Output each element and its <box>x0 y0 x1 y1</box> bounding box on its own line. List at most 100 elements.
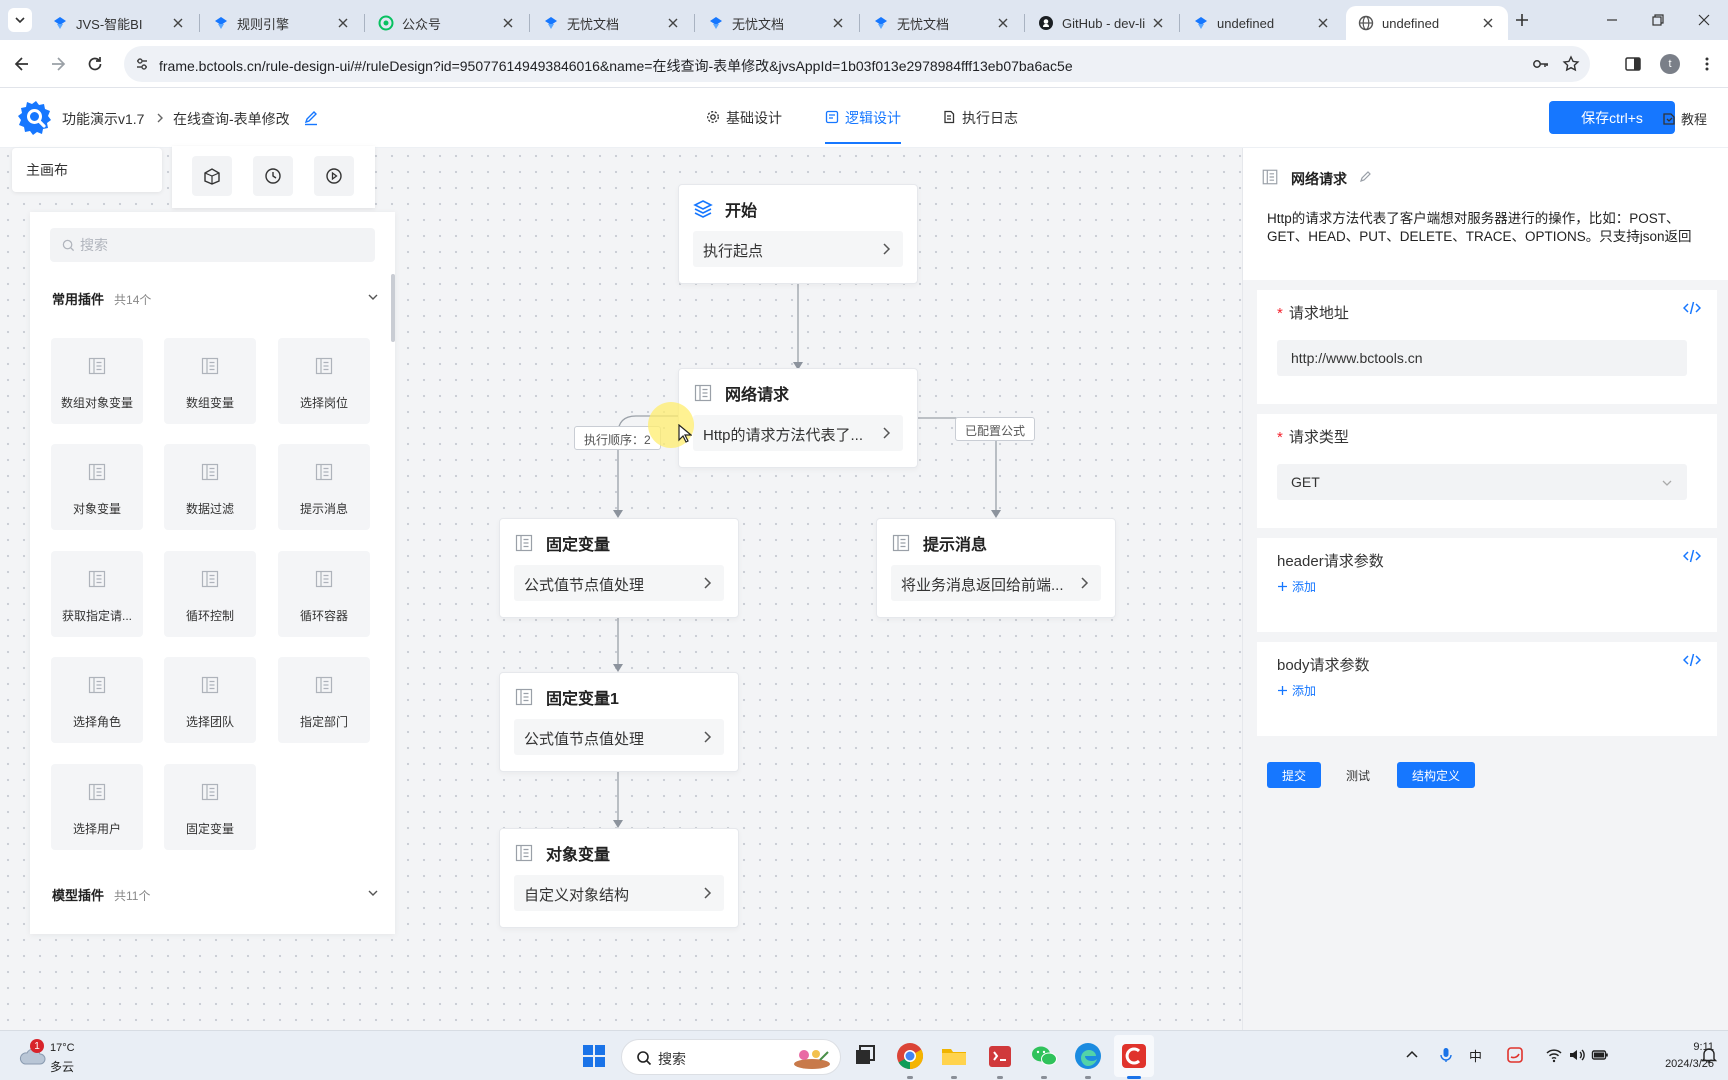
request-type-select[interactable]: GET <box>1277 464 1687 500</box>
plugin-card[interactable]: 选择团队 <box>164 657 256 743</box>
bookmark-star-icon[interactable] <box>1562 55 1580 73</box>
plugin-card[interactable]: 指定部门 <box>278 657 370 743</box>
run-button[interactable] <box>314 156 354 196</box>
plugin-store-button[interactable] <box>192 156 232 196</box>
browser-tab[interactable]: undefined <box>1181 6 1343 40</box>
edge-label-formula-configured[interactable]: 已配置公式 <box>955 417 1036 441</box>
plugin-group-common[interactable]: 常用插件 共14个 <box>52 289 385 308</box>
code-icon[interactable] <box>1683 300 1701 316</box>
plugin-card[interactable]: 获取指定请... <box>51 551 143 637</box>
search-input[interactable] <box>80 228 360 262</box>
chevron-up-icon[interactable] <box>1403 1046 1421 1064</box>
tutorial-link[interactable]: 教程 <box>1662 109 1707 128</box>
flow-node-fixed-variable[interactable]: 固定变量 公式值节点值处理 <box>499 518 739 618</box>
browser-tab[interactable]: 无忧文档 <box>861 6 1023 40</box>
forward-arrow-icon[interactable] <box>48 54 68 74</box>
project-name[interactable]: 功能演示v1.7 <box>62 109 144 129</box>
taskbar-search[interactable]: 搜索 <box>621 1039 841 1075</box>
antivirus-tray-icon[interactable] <box>1506 1046 1524 1064</box>
tab-search-button[interactable] <box>8 8 32 32</box>
tab-logic-design[interactable]: 逻辑设计 <box>825 108 901 148</box>
close-icon[interactable] <box>1315 15 1331 31</box>
close-icon[interactable] <box>1150 15 1166 31</box>
node-body[interactable]: Http的请求方法代表了... <box>693 415 903 451</box>
flow-node-network-request[interactable]: 网络请求 Http的请求方法代表了... <box>678 368 918 468</box>
palette-scrollbar[interactable] <box>391 274 395 342</box>
close-icon[interactable] <box>665 15 681 31</box>
node-body[interactable]: 执行起点 <box>693 231 903 267</box>
chevron-down-icon[interactable] <box>367 291 379 303</box>
code-icon[interactable] <box>1683 548 1701 564</box>
flow-node-prompt-message[interactable]: 提示消息 将业务消息返回给前端... <box>876 518 1116 618</box>
plugin-card[interactable]: 数组变量 <box>164 338 256 424</box>
back-arrow-icon[interactable] <box>12 54 32 74</box>
wifi-icon[interactable] <box>1545 1046 1563 1064</box>
close-window-icon[interactable] <box>1694 10 1714 30</box>
add-body-param-button[interactable]: 添加 <box>1277 682 1316 699</box>
chevron-down-icon[interactable] <box>367 887 379 899</box>
browser-tab-active[interactable]: undefined <box>1346 6 1508 40</box>
flow-node-fixed-variable-1[interactable]: 固定变量1 公式值节点值处理 <box>499 672 739 772</box>
edit-pencil-icon[interactable] <box>303 110 319 126</box>
plugin-card[interactable]: 对象变量 <box>51 444 143 530</box>
browser-tab[interactable]: GitHub - dev-li <box>1026 6 1178 40</box>
plugin-card[interactable]: 固定变量 <box>164 764 256 850</box>
microphone-icon[interactable] <box>1437 1046 1455 1064</box>
volume-icon[interactable] <box>1568 1046 1586 1064</box>
dev-tool-icon[interactable] <box>984 1040 1016 1072</box>
plugin-card[interactable]: 数据过滤 <box>164 444 256 530</box>
browser-tab[interactable]: JVS-智能BI <box>40 6 198 40</box>
side-panel-icon[interactable] <box>1624 55 1642 73</box>
code-icon[interactable] <box>1683 652 1701 668</box>
node-body[interactable]: 公式值节点值处理 <box>514 719 724 755</box>
browser-tab[interactable]: 规则引擎 <box>201 6 363 40</box>
main-canvas-tab[interactable]: 主画布 <box>12 148 162 192</box>
plugin-card[interactable]: 数组对象变量 <box>51 338 143 424</box>
edit-pencil-icon[interactable] <box>1359 170 1373 184</box>
node-body[interactable]: 将业务消息返回给前端... <box>891 565 1101 601</box>
minimize-icon[interactable] <box>1602 10 1622 30</box>
close-icon[interactable] <box>335 15 351 31</box>
submit-button[interactable]: 提交 <box>1267 762 1321 788</box>
address-bar[interactable]: frame.bctools.cn/rule-design-ui/#/ruleDe… <box>124 46 1590 82</box>
tab-basic-design[interactable]: 基础设计 <box>706 108 782 148</box>
chrome-icon[interactable] <box>894 1040 926 1072</box>
close-icon[interactable] <box>1480 15 1496 31</box>
browser-tab[interactable]: 无忧文档 <box>696 6 858 40</box>
close-icon[interactable] <box>170 15 186 31</box>
node-body[interactable]: 自定义对象结构 <box>514 875 724 911</box>
node-body[interactable]: 公式值节点值处理 <box>514 565 724 601</box>
plugin-search[interactable] <box>50 228 375 262</box>
close-icon[interactable] <box>995 15 1011 31</box>
request-url-input[interactable]: http://www.bctools.cn <box>1277 340 1687 376</box>
browser-tab[interactable]: 无忧文档 <box>531 6 693 40</box>
plugin-card[interactable]: 选择岗位 <box>278 338 370 424</box>
flow-node-start[interactable]: 开始 执行起点 <box>678 184 918 284</box>
reload-icon[interactable] <box>85 54 105 74</box>
plugin-card[interactable]: 选择角色 <box>51 657 143 743</box>
task-view-icon[interactable] <box>848 1040 880 1072</box>
flow-node-object-variable[interactable]: 对象变量 自定义对象结构 <box>499 828 739 928</box>
history-button[interactable] <box>253 156 293 196</box>
close-icon[interactable] <box>500 15 516 31</box>
new-tab-plus-icon[interactable] <box>1512 10 1532 30</box>
close-icon[interactable] <box>830 15 846 31</box>
test-button[interactable]: 测试 <box>1331 762 1385 788</box>
site-info-icon[interactable] <box>134 56 150 72</box>
add-header-param-button[interactable]: 添加 <box>1277 578 1316 595</box>
recorder-app-icon[interactable] <box>1118 1040 1150 1072</box>
plugin-card[interactable]: 循环容器 <box>278 551 370 637</box>
tab-execution-log[interactable]: 执行日志 <box>942 108 1018 148</box>
input-method-indicator[interactable]: 中 <box>1469 1046 1482 1065</box>
browser-tab[interactable]: 公众号 <box>366 6 528 40</box>
save-button[interactable]: 保存ctrl+s <box>1549 101 1675 134</box>
battery-icon[interactable] <box>1591 1046 1609 1064</box>
structure-definition-button[interactable]: 结构定义 <box>1397 762 1475 788</box>
wechat-icon[interactable] <box>1028 1040 1060 1072</box>
windows-start-icon[interactable] <box>578 1040 610 1072</box>
file-explorer-icon[interactable] <box>938 1040 970 1072</box>
plugin-group-model[interactable]: 模型插件 共11个 <box>52 885 385 904</box>
key-icon[interactable] <box>1532 55 1550 73</box>
notification-bell-icon[interactable] <box>1700 1046 1718 1064</box>
more-vertical-icon[interactable] <box>1698 55 1716 73</box>
